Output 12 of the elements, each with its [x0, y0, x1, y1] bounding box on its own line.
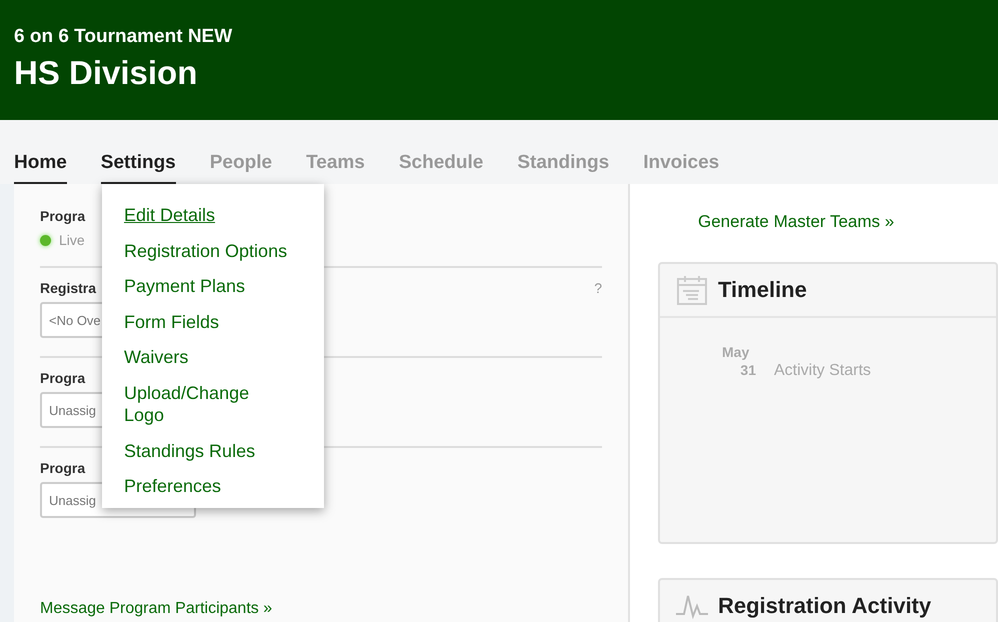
card-title: Timeline — [718, 277, 807, 303]
division-title: HS Division — [14, 54, 198, 92]
status-label: Progra — [40, 208, 86, 224]
event-month: May — [722, 344, 750, 360]
card-title: Registration Activity — [718, 593, 932, 619]
event-day: 31 — [722, 362, 756, 378]
field-label: Progra — [40, 460, 86, 476]
field-label: Registra — [40, 280, 96, 296]
event-text: Activity Starts — [774, 362, 871, 380]
status-value: Live — [59, 232, 85, 248]
program-subtitle: 6 on 6 Tournament NEW — [14, 26, 232, 48]
field-label: Progra — [40, 370, 86, 386]
